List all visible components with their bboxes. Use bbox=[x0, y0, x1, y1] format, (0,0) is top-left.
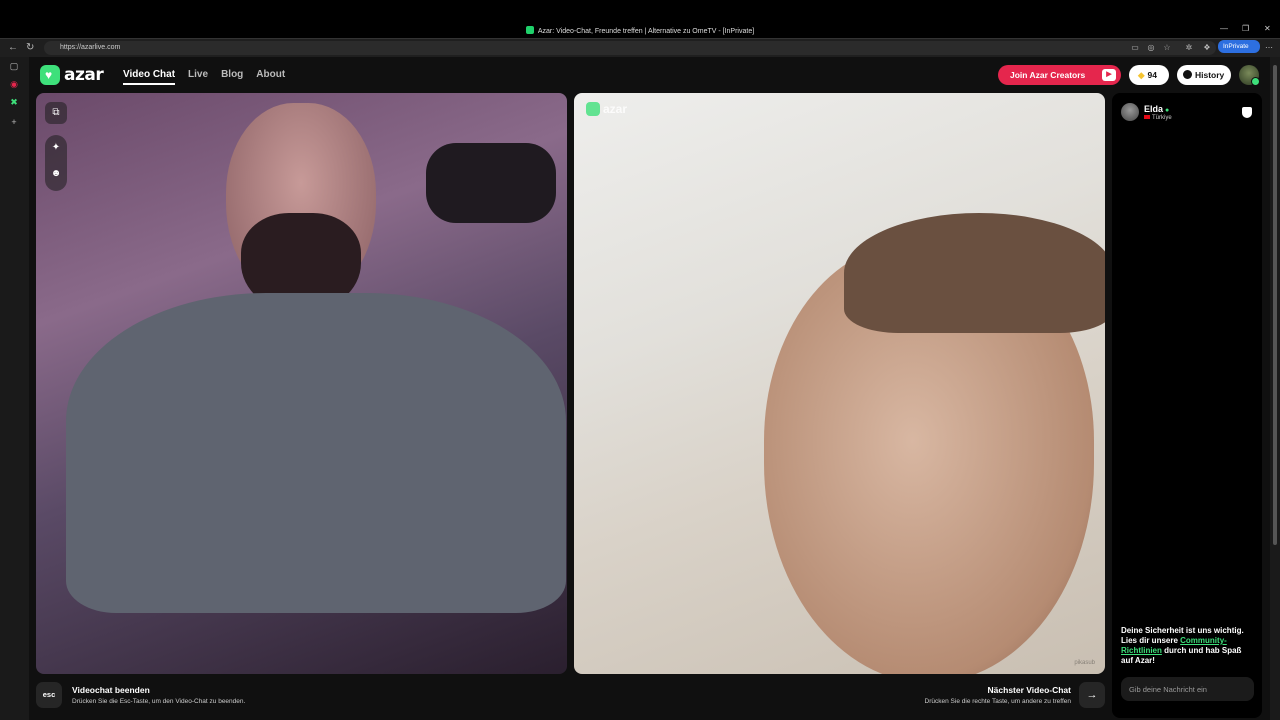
tabs-icon[interactable]: ▢ bbox=[9, 61, 19, 71]
azar-watermark: azar bbox=[586, 102, 627, 116]
corner-watermark: pikasub bbox=[1074, 660, 1095, 666]
back-icon[interactable]: ← bbox=[8, 42, 18, 53]
history-button[interactable]: History bbox=[1177, 65, 1231, 85]
chat-panel: Elda ● Türkiye Deine Sicherheit ist uns w… bbox=[1112, 93, 1262, 718]
browser-sidebar: ▢ ◉ ✖ + bbox=[0, 57, 29, 720]
hair bbox=[844, 213, 1105, 333]
end-chat-subtitle: Drücken Sie die Esc-Taste, um den Video-… bbox=[72, 698, 246, 705]
azar-logo[interactable]: azar bbox=[40, 65, 104, 85]
local-video: ⧉ ✦ ☻ bbox=[36, 93, 567, 674]
reload-icon[interactable]: ↻ bbox=[26, 42, 34, 53]
shirt bbox=[66, 293, 566, 613]
close-icon[interactable]: ✕ bbox=[1264, 24, 1271, 33]
next-chat-hint: Nächster Video-Chat Drücken Sie die rech… bbox=[859, 682, 1105, 708]
gem-icon: ◆ bbox=[1138, 70, 1145, 80]
nav-blog[interactable]: Blog bbox=[221, 69, 243, 85]
effects-group: ✦ ☻ bbox=[45, 135, 67, 191]
report-shield-icon[interactable] bbox=[1242, 107, 1252, 118]
verified-icon: ● bbox=[1165, 106, 1170, 114]
browser-titlebar: Azar: Video-Chat, Freunde treffen | Alte… bbox=[0, 0, 1280, 38]
join-creators-button[interactable]: Join Azar Creators ▶ bbox=[998, 65, 1121, 85]
scrollbar-thumb[interactable] bbox=[1273, 65, 1277, 545]
extensions-icon[interactable]: ✲ bbox=[1184, 43, 1194, 53]
window-title: Azar: Video-Chat, Freunde treffen | Alte… bbox=[0, 26, 1280, 35]
play-icon: ▶ bbox=[1102, 69, 1116, 81]
main-nav: Video Chat Live Blog About bbox=[123, 69, 298, 85]
more-icon[interactable]: ⋯ bbox=[1264, 43, 1274, 53]
record-icon[interactable]: ◉ bbox=[9, 79, 19, 89]
screen-icon[interactable]: ▭ bbox=[1130, 43, 1140, 53]
next-chat-title: Nächster Video-Chat bbox=[987, 685, 1071, 695]
partner-name: Elda bbox=[1144, 103, 1164, 114]
azar-page: azar Video Chat Live Blog About Join Aza… bbox=[29, 57, 1270, 720]
minimize-icon[interactable]: — bbox=[1220, 24, 1228, 33]
esc-button[interactable]: esc bbox=[36, 682, 62, 708]
sparkle-icon[interactable]: ✦ bbox=[45, 135, 67, 161]
gems-button[interactable]: ◆ 94 bbox=[1129, 65, 1169, 85]
microphone bbox=[426, 143, 556, 223]
safety-notice: Deine Sicherheit ist uns wichtig. Lies d… bbox=[1121, 626, 1244, 665]
clock-icon bbox=[1183, 70, 1192, 79]
excel-icon[interactable]: ✖ bbox=[9, 97, 19, 107]
watermark-logo-icon bbox=[586, 102, 600, 116]
azar-logo-icon bbox=[40, 65, 60, 85]
turkey-flag-icon bbox=[1144, 114, 1150, 119]
favicon-icon bbox=[525, 26, 534, 34]
end-chat-title: Videochat beenden bbox=[72, 685, 150, 695]
inprivate-badge[interactable]: InPrivate bbox=[1218, 40, 1260, 53]
nav-live[interactable]: Live bbox=[188, 69, 208, 85]
message-input[interactable]: Gib deine Nachricht ein bbox=[1121, 677, 1254, 701]
add-icon[interactable]: + bbox=[9, 117, 19, 127]
url-field[interactable]: https://azarlive.com bbox=[44, 41, 1216, 55]
nav-about[interactable]: About bbox=[256, 69, 285, 85]
tracking-icon[interactable]: ◎ bbox=[1146, 43, 1156, 53]
face-filter-icon[interactable]: ☻ bbox=[45, 161, 67, 187]
nav-video-chat[interactable]: Video Chat bbox=[123, 69, 176, 85]
partner-info[interactable]: Elda ● Türkiye bbox=[1121, 103, 1172, 121]
restore-icon[interactable]: ❐ bbox=[1242, 24, 1249, 33]
next-chat-subtitle: Drücken Sie die rechte Taste, um andere … bbox=[924, 698, 1071, 705]
user-avatar[interactable] bbox=[1239, 65, 1260, 86]
next-arrow-button[interactable]: → bbox=[1079, 682, 1105, 708]
address-bar: ← ↻ https://azarlive.com ▭ ◎ ☆ ✲ ❖ ⋯ bbox=[0, 38, 1280, 57]
partner-country: Türkiye bbox=[1152, 114, 1172, 121]
end-chat-hint: esc Videochat beenden Drücken Sie die Es… bbox=[36, 682, 245, 708]
page-scrollbar[interactable] bbox=[1270, 57, 1280, 720]
collections-icon[interactable]: ❖ bbox=[1202, 43, 1212, 53]
partner-avatar bbox=[1121, 103, 1139, 121]
remote-video: azar pikasub bbox=[574, 93, 1105, 674]
screenshot-button[interactable]: ⧉ bbox=[45, 102, 67, 124]
favorite-star-icon[interactable]: ☆ bbox=[1162, 43, 1172, 53]
